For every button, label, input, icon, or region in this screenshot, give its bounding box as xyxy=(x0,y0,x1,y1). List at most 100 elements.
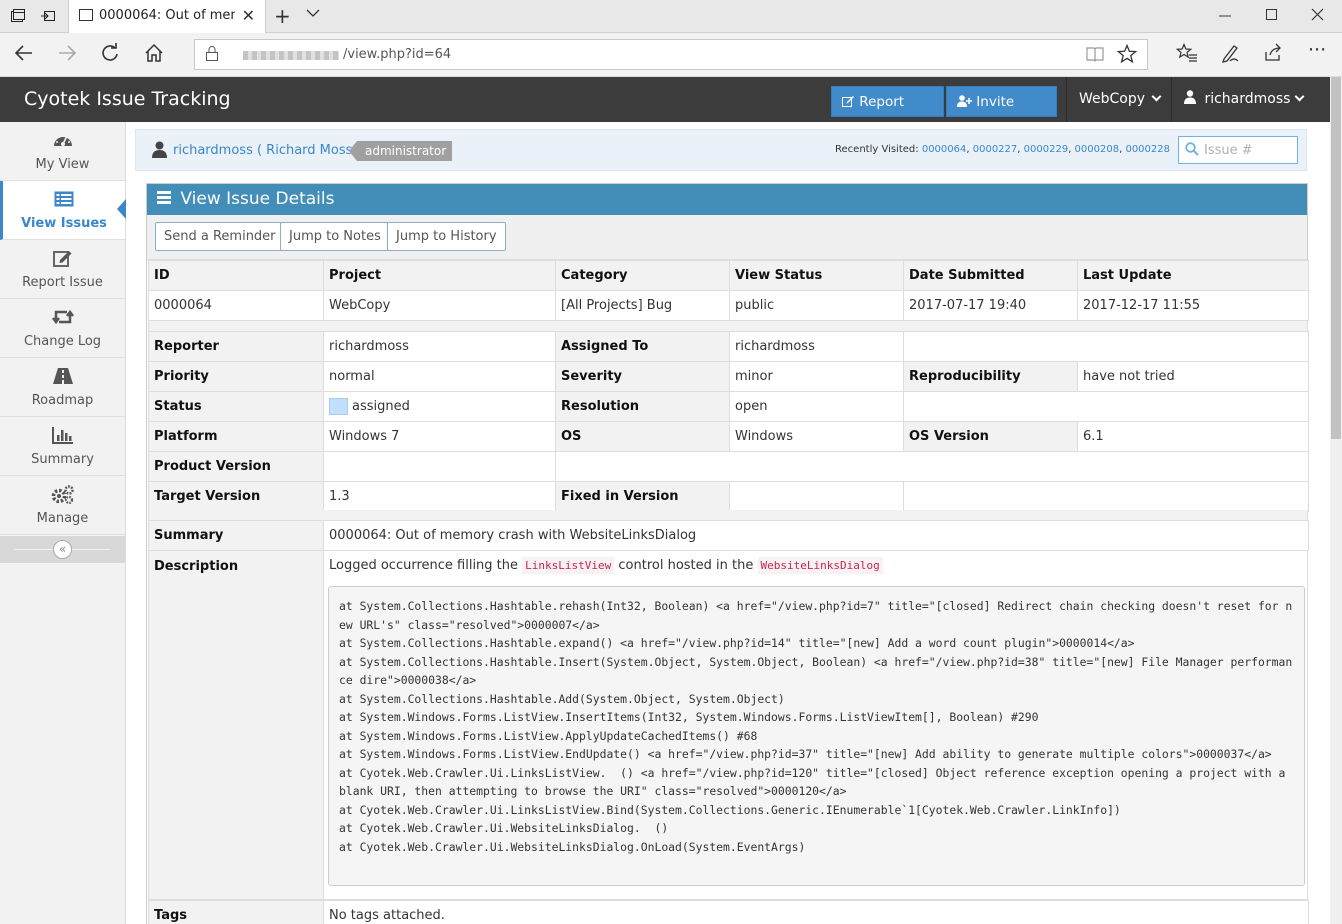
close-tab-icon[interactable]: ✕ xyxy=(242,6,255,25)
invite-users-button[interactable]: Invite Users xyxy=(946,86,1057,141)
username: richardmoss xyxy=(1204,91,1291,107)
web-note-pen-icon[interactable] xyxy=(1220,43,1240,68)
bar-chart-icon xyxy=(0,426,125,448)
breadcrumb: richardmoss ( Richard Moss ) administrat… xyxy=(135,129,1307,171)
column-header: Project xyxy=(323,260,556,291)
tags-label: Tags xyxy=(148,900,324,924)
assigned-value: richardmoss xyxy=(729,331,904,362)
sidebar-label: Summary xyxy=(31,452,94,467)
new-tab-icon[interactable]: + xyxy=(274,4,291,28)
edit-icon xyxy=(0,249,125,271)
report-issue-button[interactable]: Report Issue xyxy=(831,86,944,141)
status-cell: assigned xyxy=(323,391,556,422)
sidebar-item-change-log[interactable]: Change Log xyxy=(0,299,125,358)
retweet-icon xyxy=(0,308,125,330)
sidebar-item-summary[interactable]: Summary xyxy=(0,417,125,476)
app-navbar: Cyotek Issue Tracking Report Issue Invit… xyxy=(0,77,1330,141)
recent-issue-link[interactable]: 0000064 xyxy=(922,144,967,155)
brand-title[interactable]: Cyotek Issue Tracking xyxy=(24,88,231,110)
sidebar-item-manage[interactable]: Manage xyxy=(0,476,125,535)
column-header: View Status xyxy=(729,260,904,291)
bars-icon xyxy=(157,189,171,206)
search-placeholder: Issue # xyxy=(1204,143,1253,158)
reporter-value: richardmoss xyxy=(323,331,556,362)
priority-label: Priority xyxy=(148,361,324,392)
jump-to-history-button[interactable]: Jump to History xyxy=(387,222,506,251)
sidebar-item-my-view[interactable]: My View xyxy=(0,122,125,181)
widget-title: View Issue Details xyxy=(180,189,335,209)
recent-issue-link[interactable]: 0000227 xyxy=(973,144,1018,155)
edit-icon xyxy=(842,96,854,107)
fixed-in-version-value xyxy=(729,481,904,512)
resolution-label: Resolution xyxy=(555,391,730,422)
status-label: Status xyxy=(148,391,324,422)
gears-icon xyxy=(0,485,125,507)
column-header: Last Update xyxy=(1077,260,1309,291)
chevron-down-icon xyxy=(1151,91,1162,102)
share-icon[interactable] xyxy=(1263,43,1283,68)
sidebar-item-view-issues[interactable]: View Issues xyxy=(0,181,126,240)
tab-list-chevron-icon[interactable] xyxy=(306,7,320,21)
issue-search-input[interactable]: Issue # xyxy=(1178,136,1298,164)
os-label: OS xyxy=(555,421,730,452)
user-dropdown[interactable]: richardmoss xyxy=(1171,77,1307,122)
favorite-star-icon[interactable] xyxy=(1116,43,1138,69)
target-version-label: Target Version xyxy=(148,481,324,512)
collapse-sidebar-icon[interactable]: « xyxy=(53,540,72,559)
send-reminder-button[interactable]: Send a Reminder xyxy=(155,222,285,251)
inline-code: WebsiteLinksDialog xyxy=(757,557,883,574)
scrollbar-thumb[interactable] xyxy=(1331,77,1341,439)
empty-cell xyxy=(555,451,1309,482)
widget-header: View Issue Details xyxy=(147,184,1307,215)
tab-manager-icon[interactable] xyxy=(10,8,26,28)
sidebar-item-report-issue[interactable]: Report Issue xyxy=(0,240,125,299)
sidebar-label: Change Log xyxy=(23,334,102,349)
chevron-down-icon xyxy=(1294,91,1305,102)
browser-tab-strip: 0000064: Out of memory crash with Websit… xyxy=(0,0,1342,33)
recent-issue-link[interactable]: 0000228 xyxy=(1125,144,1170,155)
forward-icon[interactable] xyxy=(57,43,77,68)
column-header: Category xyxy=(555,260,730,291)
page-scrollbar[interactable] xyxy=(1330,77,1342,924)
back-icon[interactable] xyxy=(14,43,34,68)
search-icon xyxy=(1185,142,1199,160)
minimize-icon[interactable] xyxy=(1218,4,1232,29)
sidebar-label: Roadmap xyxy=(31,393,94,408)
reading-view-icon[interactable] xyxy=(1085,44,1105,69)
os-value: Windows xyxy=(729,421,904,452)
maximize-icon[interactable] xyxy=(1265,4,1279,29)
column-header: Date Submitted xyxy=(903,260,1078,291)
jump-to-notes-button[interactable]: Jump to Notes xyxy=(280,222,390,251)
sidebar-item-roadmap[interactable]: Roadmap xyxy=(0,358,125,417)
sidebar-label: Manage xyxy=(36,511,89,526)
refresh-icon[interactable] xyxy=(100,43,120,68)
user-plus-icon xyxy=(957,95,972,107)
widget-toolbar: Send a Reminder Jump to Notes Jump to Hi… xyxy=(147,215,1307,260)
description-intro: Logged occurrence filling the LinksListV… xyxy=(329,557,883,574)
stack-trace-code-block: at System.Collections.Hashtable.rehash(I… xyxy=(328,586,1305,886)
browser-tab-active[interactable]: 0000064: Out of memory crash with Websit… xyxy=(68,0,266,33)
user-icon xyxy=(1184,90,1196,104)
home-icon[interactable] xyxy=(144,43,164,68)
empty-cell xyxy=(903,331,1309,362)
summary-label: Summary xyxy=(148,520,324,551)
recent-issue-link[interactable]: 0000208 xyxy=(1075,144,1120,155)
address-bar[interactable]: /view.php?id=64 xyxy=(194,39,1148,70)
issue-view-status: public xyxy=(729,290,904,321)
table-row: Status assigned Resolution open xyxy=(148,391,1309,422)
set-aside-tabs-icon[interactable] xyxy=(40,8,56,28)
table-row: Priority normal Severity minor Reproduci… xyxy=(148,361,1309,392)
issue-summary-table: ID Project Category View Status Date Sub… xyxy=(148,260,1309,321)
os-version-label: OS Version xyxy=(903,421,1078,452)
favorites-hub-icon[interactable] xyxy=(1175,42,1198,68)
close-window-icon[interactable] xyxy=(1311,4,1325,29)
more-options-icon[interactable]: ··· xyxy=(1308,39,1326,61)
user-profile-link[interactable]: richardmoss ( Richard Moss ) xyxy=(173,143,362,158)
role-badge: administrator xyxy=(348,141,453,161)
reproducibility-label: Reproducibility xyxy=(903,361,1078,392)
issue-project: WebCopy xyxy=(323,290,556,321)
project-dropdown[interactable]: WebCopy xyxy=(1066,77,1170,122)
column-header: ID xyxy=(148,260,324,291)
tags-value: No tags attached. xyxy=(323,900,1309,924)
recent-issue-link[interactable]: 0000229 xyxy=(1024,144,1069,155)
